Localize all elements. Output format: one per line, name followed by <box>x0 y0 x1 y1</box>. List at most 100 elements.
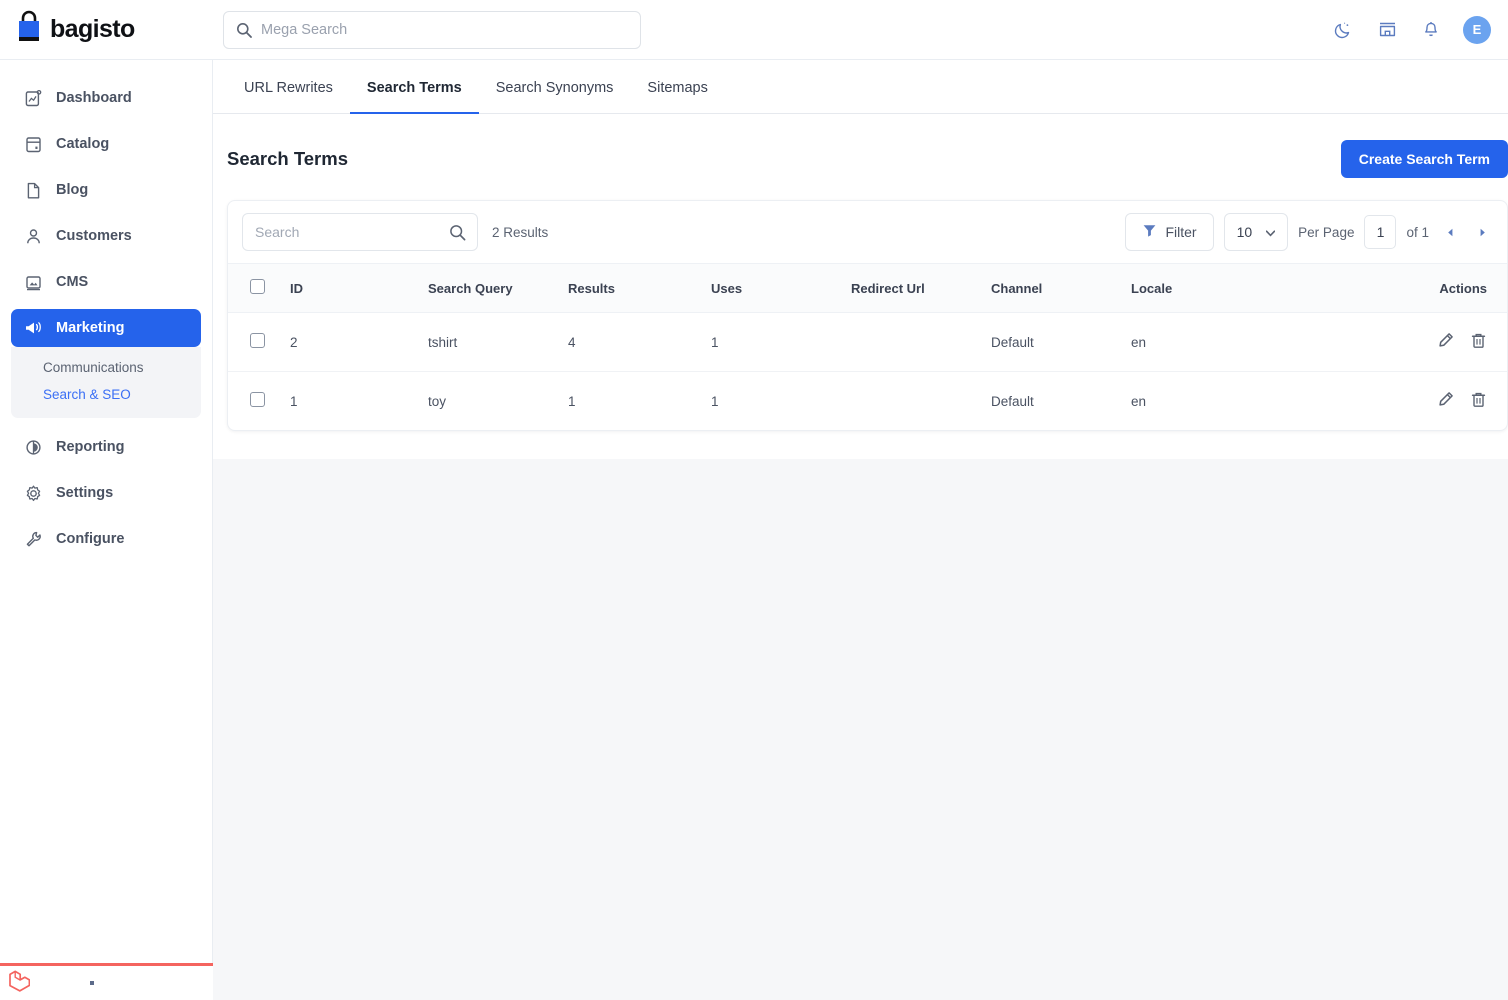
column-header-actions: Actions <box>1361 264 1507 313</box>
table-row[interactable]: 2 tshirt 4 1 Default en <box>228 313 1507 372</box>
sidebar-item-label: Marketing <box>56 320 125 336</box>
tab-search-synonyms[interactable]: Search Synonyms <box>479 60 631 114</box>
edit-icon[interactable] <box>1437 332 1454 349</box>
row-select-cell <box>228 372 290 431</box>
column-header-uses[interactable]: Uses <box>711 264 851 313</box>
bag-icon <box>14 10 44 49</box>
sidebar-item-blog[interactable]: Blog <box>11 171 201 209</box>
column-header-results[interactable]: Results <box>568 264 711 313</box>
cell-results: 4 <box>568 313 711 372</box>
cell-redirect-url <box>851 313 991 372</box>
edit-icon[interactable] <box>1437 391 1454 408</box>
cell-channel: Default <box>991 372 1131 431</box>
sidebar-item-catalog[interactable]: Catalog <box>11 125 201 163</box>
per-page-label: Per Page <box>1298 225 1354 240</box>
catalog-icon <box>23 134 43 154</box>
sidebar-item-marketing[interactable]: Marketing <box>11 309 201 347</box>
column-header-locale[interactable]: Locale <box>1131 264 1361 313</box>
sidebar-item-label: Configure <box>56 531 124 547</box>
mega-search[interactable] <box>223 11 641 49</box>
cell-channel: Default <box>991 313 1131 372</box>
avatar[interactable]: E <box>1463 16 1491 44</box>
sidebar-item-dashboard[interactable]: Dashboard <box>11 79 201 117</box>
delete-icon[interactable] <box>1470 332 1487 349</box>
table-body: 2 tshirt 4 1 Default en <box>228 313 1507 431</box>
store-icon[interactable] <box>1375 18 1399 42</box>
laravel-debugbar[interactable] <box>0 963 213 1000</box>
cell-search-query: toy <box>428 372 568 431</box>
table-header: ID Search Query Results Uses Redirect Ur… <box>228 264 1507 313</box>
sidebar-item-label: Reporting <box>56 439 124 455</box>
search-input-wrapper[interactable] <box>242 213 478 251</box>
blog-icon <box>23 180 43 200</box>
column-header-redirect-url[interactable]: Redirect Url <box>851 264 991 313</box>
tab-sitemaps[interactable]: Sitemaps <box>630 60 724 114</box>
search-terms-table: ID Search Query Results Uses Redirect Ur… <box>228 263 1507 430</box>
column-header-id[interactable]: ID <box>290 264 428 313</box>
next-page-icon[interactable] <box>1471 221 1493 243</box>
header-actions: E <box>1331 16 1508 44</box>
per-page-select[interactable]: 10 <box>1224 213 1289 251</box>
table-row[interactable]: 1 toy 1 1 Default en <box>228 372 1507 431</box>
row-checkbox[interactable] <box>250 392 265 407</box>
previous-page-icon[interactable] <box>1439 221 1461 243</box>
sidebar-item-label: Blog <box>56 182 88 198</box>
select-all-header <box>228 264 290 313</box>
row-select-cell <box>228 313 290 372</box>
sidebar-item-label: Settings <box>56 485 113 501</box>
sidebar-item-label: Catalog <box>56 136 109 152</box>
sidebar-item-customers[interactable]: Customers <box>11 217 201 255</box>
sidebar-subitem-search-seo[interactable]: Search & SEO <box>11 381 201 408</box>
main-content: URL Rewrites Search Terms Search Synonym… <box>213 60 1508 1000</box>
sidebar-nav: Dashboard Catalog Blog <box>0 79 212 558</box>
page-number-input[interactable]: 1 <box>1364 215 1396 249</box>
column-header-search-query[interactable]: Search Query <box>428 264 568 313</box>
cell-id: 1 <box>290 372 428 431</box>
sidebar-subitem-communications[interactable]: Communications <box>11 354 201 381</box>
filter-icon <box>1142 223 1157 241</box>
cell-locale: en <box>1131 372 1361 431</box>
datagrid: 2 Results Filter 10 <box>227 200 1508 431</box>
customers-icon <box>23 226 43 246</box>
content-panel: URL Rewrites Search Terms Search Synonym… <box>213 60 1508 459</box>
tab-bar: URL Rewrites Search Terms Search Synonym… <box>213 60 1508 114</box>
sidebar-item-cms[interactable]: CMS <box>11 263 201 301</box>
mega-search-input[interactable] <box>261 13 611 47</box>
cell-locale: en <box>1131 313 1361 372</box>
tab-search-terms[interactable]: Search Terms <box>350 60 479 114</box>
select-all-checkbox[interactable] <box>250 279 265 294</box>
cell-redirect-url <box>851 372 991 431</box>
brand[interactable]: bagisto <box>0 0 213 60</box>
delete-icon[interactable] <box>1470 391 1487 408</box>
page-header: Search Terms Create Search Term <box>213 114 1508 200</box>
create-search-term-button[interactable]: Create Search Term <box>1341 140 1508 178</box>
debugbar-indicator <box>90 981 94 985</box>
chevron-down-icon <box>1266 224 1275 240</box>
datagrid-controls: Filter 10 Per Page 1 of 1 <box>1125 213 1493 251</box>
reporting-icon <box>23 437 43 457</box>
cell-search-query: tshirt <box>428 313 568 372</box>
laravel-icon[interactable] <box>8 969 30 998</box>
cell-results: 1 <box>568 372 711 431</box>
table-header-row: ID Search Query Results Uses Redirect Ur… <box>228 264 1507 313</box>
search-icon <box>236 22 252 38</box>
per-page-value: 10 <box>1237 224 1253 240</box>
datagrid-toolbar: 2 Results Filter 10 <box>228 201 1507 263</box>
search-input[interactable] <box>243 215 433 249</box>
column-header-channel[interactable]: Channel <box>991 264 1131 313</box>
total-pages-label: of 1 <box>1406 225 1429 240</box>
sidebar-item-settings[interactable]: Settings <box>11 474 201 512</box>
filter-button[interactable]: Filter <box>1125 213 1213 251</box>
bell-icon[interactable] <box>1419 18 1443 42</box>
search-icon[interactable] <box>449 224 466 241</box>
cell-actions <box>1361 313 1507 372</box>
cms-icon <box>23 272 43 292</box>
sidebar-item-reporting[interactable]: Reporting <box>11 428 201 466</box>
sidebar-item-configure[interactable]: Configure <box>11 520 201 558</box>
tab-url-rewrites[interactable]: URL Rewrites <box>227 60 350 114</box>
marketing-icon <box>23 318 43 338</box>
dark-mode-icon[interactable] <box>1331 18 1355 42</box>
sidebar: Dashboard Catalog Blog <box>0 60 213 1000</box>
cell-uses: 1 <box>711 372 851 431</box>
row-checkbox[interactable] <box>250 333 265 348</box>
